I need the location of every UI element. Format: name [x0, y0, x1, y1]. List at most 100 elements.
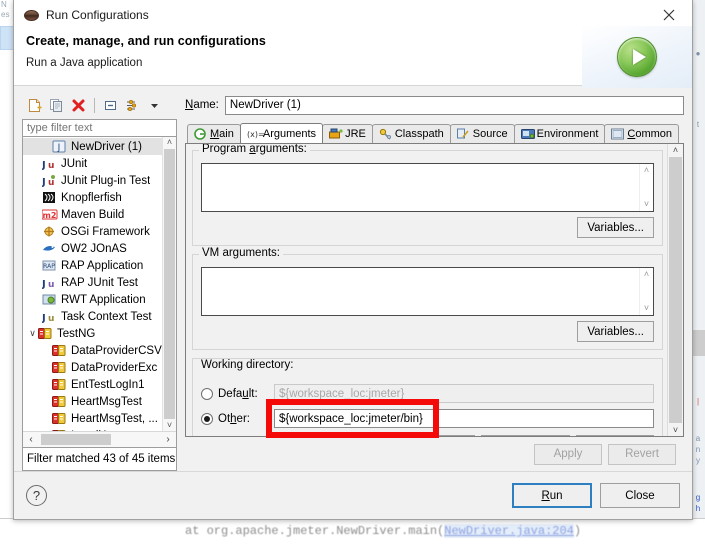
- filter-input[interactable]: [22, 119, 177, 138]
- apply-button[interactable]: Apply: [534, 443, 602, 465]
- scroll-down-arrow-icon[interactable]: ˅: [167, 421, 172, 430]
- dialog-header: Create, manage, and run configurations R…: [14, 26, 692, 88]
- tree-item-dataprovidercsv[interactable]: DataProviderCSV: [23, 342, 162, 359]
- tree-item-maven-build[interactable]: m2 Maven Build: [23, 206, 162, 223]
- tree-item-ow2-jonas[interactable]: OW2 JOnAS: [23, 240, 162, 257]
- tree-item-heartmsgtest[interactable]: HeartMsgTest, ...: [23, 410, 162, 427]
- tree-item-dataproviderexc[interactable]: DataProviderExc: [23, 359, 162, 376]
- vm-arguments-scrollbar[interactable]: ˄ ˅: [639, 268, 653, 315]
- tab-source[interactable]: Source: [449, 124, 515, 143]
- scroll-down-arrow-icon[interactable]: ˅: [673, 425, 678, 435]
- tree-item-label: HeartMsgTest: [71, 395, 142, 408]
- tree-item-label: Task Context Test: [61, 310, 152, 323]
- scroll-up-arrow-icon[interactable]: ˄: [644, 270, 649, 279]
- tree-item-junit[interactable]: Ju JUnit: [23, 155, 162, 172]
- working-directory-buttons: Workspace... File System... Variables...: [201, 435, 654, 436]
- tree-vertical-scrollbar[interactable]: ˄ ˅: [162, 137, 176, 431]
- scroll-down-arrow-icon[interactable]: ˅: [644, 304, 649, 313]
- knopflerfish-icon: [42, 191, 57, 205]
- working-dir-variables-button[interactable]: Variables...: [576, 435, 654, 436]
- header-banner: [582, 26, 692, 88]
- tree-item-label: TestNG: [57, 327, 96, 340]
- scroll-up-arrow-icon[interactable]: ˄: [644, 166, 649, 175]
- other-directory-input[interactable]: ${workspace_loc:jmeter/bin}: [274, 409, 654, 428]
- new-document-icon[interactable]: [25, 96, 44, 115]
- program-arguments-textarea[interactable]: ˄ ˅: [201, 163, 654, 212]
- testng-icon: [52, 344, 67, 358]
- apply-label: Apply: [553, 448, 583, 460]
- program-arguments-scrollbar[interactable]: ˄ ˅: [639, 164, 653, 211]
- tab-environment[interactable]: Environment: [513, 124, 606, 143]
- chevron-down-icon[interactable]: [145, 96, 164, 115]
- junit-plugin-icon: Ju: [41, 174, 57, 188]
- tree-item-rap-junit-test[interactable]: Ju RAP JUnit Test: [23, 274, 162, 291]
- vm-arguments-text[interactable]: [202, 268, 639, 315]
- name-input[interactable]: [224, 95, 684, 115]
- svg-text:u: u: [48, 280, 54, 289]
- tree-item-newdriver-1[interactable]: J NewDriver (1): [23, 138, 162, 156]
- scrollbar-thumb[interactable]: [164, 149, 175, 419]
- close-button[interactable]: Close: [600, 483, 680, 508]
- question-mark-help-icon[interactable]: ?: [26, 485, 47, 506]
- run-button[interactable]: Run: [512, 483, 592, 508]
- file-system-button[interactable]: File System...: [480, 435, 571, 436]
- tree-item-task-context-test[interactable]: Ju Task Context Test: [23, 308, 162, 325]
- tab-common[interactable]: Common: [604, 124, 680, 143]
- tab-label: Source: [472, 128, 508, 140]
- tree-item-label: HeartMsgTest, ...: [71, 412, 158, 425]
- close-button-label: Close: [625, 489, 655, 502]
- filter-icon[interactable]: [123, 96, 142, 115]
- vm-arguments-group: VM arguments: ˄ ˅ Variables...: [192, 247, 663, 350]
- arguments-xeq-icon: (x)=: [247, 128, 265, 140]
- tree-item-heartmsgtest[interactable]: HeartMsgTest: [23, 393, 162, 410]
- tree-item-knopflerfish[interactable]: Knopflerfish: [23, 189, 162, 206]
- svg-text:u: u: [48, 161, 54, 170]
- tree-item-rap-application[interactable]: RAP RAP Application: [23, 257, 162, 274]
- copy-pages-icon[interactable]: [47, 96, 66, 115]
- tree-horizontal-scrollbar[interactable]: ‹ ›: [23, 431, 176, 447]
- tab-main[interactable]: Main: [187, 124, 241, 143]
- tree-item-testng[interactable]: ∨ TestNG: [23, 325, 162, 342]
- svg-text:u: u: [48, 178, 54, 187]
- tree-item-junit-plug-in-test[interactable]: Ju JUnit Plug-in Test: [23, 172, 162, 189]
- tab-jre[interactable]: JRE: [322, 124, 373, 143]
- tab-label: Environment: [536, 128, 599, 140]
- testng-icon: [38, 327, 53, 341]
- console-stacktrace-line: at org.apache.jmeter.NewDriver.main(NewD…: [185, 524, 581, 538]
- scroll-down-arrow-icon[interactable]: ˅: [644, 200, 649, 209]
- tree-item-enttestlogin1[interactable]: EntTestLogIn1: [23, 376, 162, 393]
- scroll-up-arrow-icon[interactable]: ˄: [167, 138, 172, 147]
- vm-arguments-textarea[interactable]: ˄ ˅: [201, 267, 654, 316]
- dialog-body: JNewDriver (1)JuJUnitJuJUnit Plug-in Tes…: [14, 86, 692, 471]
- vm-variables-button[interactable]: Variables...: [577, 321, 654, 342]
- tree-item-label: RWT Application: [61, 293, 146, 306]
- chevron-down-icon[interactable]: ∨: [27, 328, 38, 339]
- hscrollbar-thumb[interactable]: [41, 434, 111, 445]
- tab-panel-scrollbar[interactable]: ˄ ˅: [667, 144, 683, 436]
- revert-button[interactable]: Revert: [608, 443, 676, 465]
- rap-icon: RAP: [42, 259, 57, 273]
- working-directory-default-row: Default: ${workspace_loc:jmeter}: [201, 383, 654, 404]
- tab-classpath[interactable]: Classpath: [371, 124, 451, 143]
- scrollbar-thumb[interactable]: [669, 157, 682, 423]
- tab-label: JRE: [345, 128, 366, 140]
- default-radio-button[interactable]: [201, 387, 213, 400]
- scroll-left-arrow-icon[interactable]: ‹: [25, 434, 37, 445]
- tab-arguments[interactable]: (x)= Arguments: [239, 123, 324, 143]
- environment-icon: [520, 128, 535, 140]
- red-x-delete-icon[interactable]: [69, 96, 88, 115]
- filter-status-label: Filter matched 43 of 45 items: [22, 448, 177, 471]
- workspace-button[interactable]: Workspace...: [387, 435, 475, 436]
- console-text-prefix: at org.apache.jmeter.NewDriver.main(: [185, 524, 445, 538]
- other-radio-button[interactable]: [201, 412, 213, 425]
- program-variables-button[interactable]: Variables...: [577, 217, 654, 238]
- tree-item-osgi-framework[interactable]: OSGi Framework: [23, 223, 162, 240]
- scroll-up-arrow-icon[interactable]: ˄: [673, 145, 678, 155]
- program-arguments-buttons: Variables...: [201, 217, 654, 238]
- tree-item-rwt-application[interactable]: RWT Application: [23, 291, 162, 308]
- collapse-all-icon[interactable]: [101, 96, 120, 115]
- configurations-pane: JNewDriver (1)JuJUnitJuJUnit Plug-in Tes…: [22, 94, 177, 471]
- vm-variables-label: Variables...: [587, 325, 644, 338]
- scroll-right-arrow-icon[interactable]: ›: [162, 434, 174, 445]
- program-arguments-text[interactable]: [202, 164, 639, 211]
